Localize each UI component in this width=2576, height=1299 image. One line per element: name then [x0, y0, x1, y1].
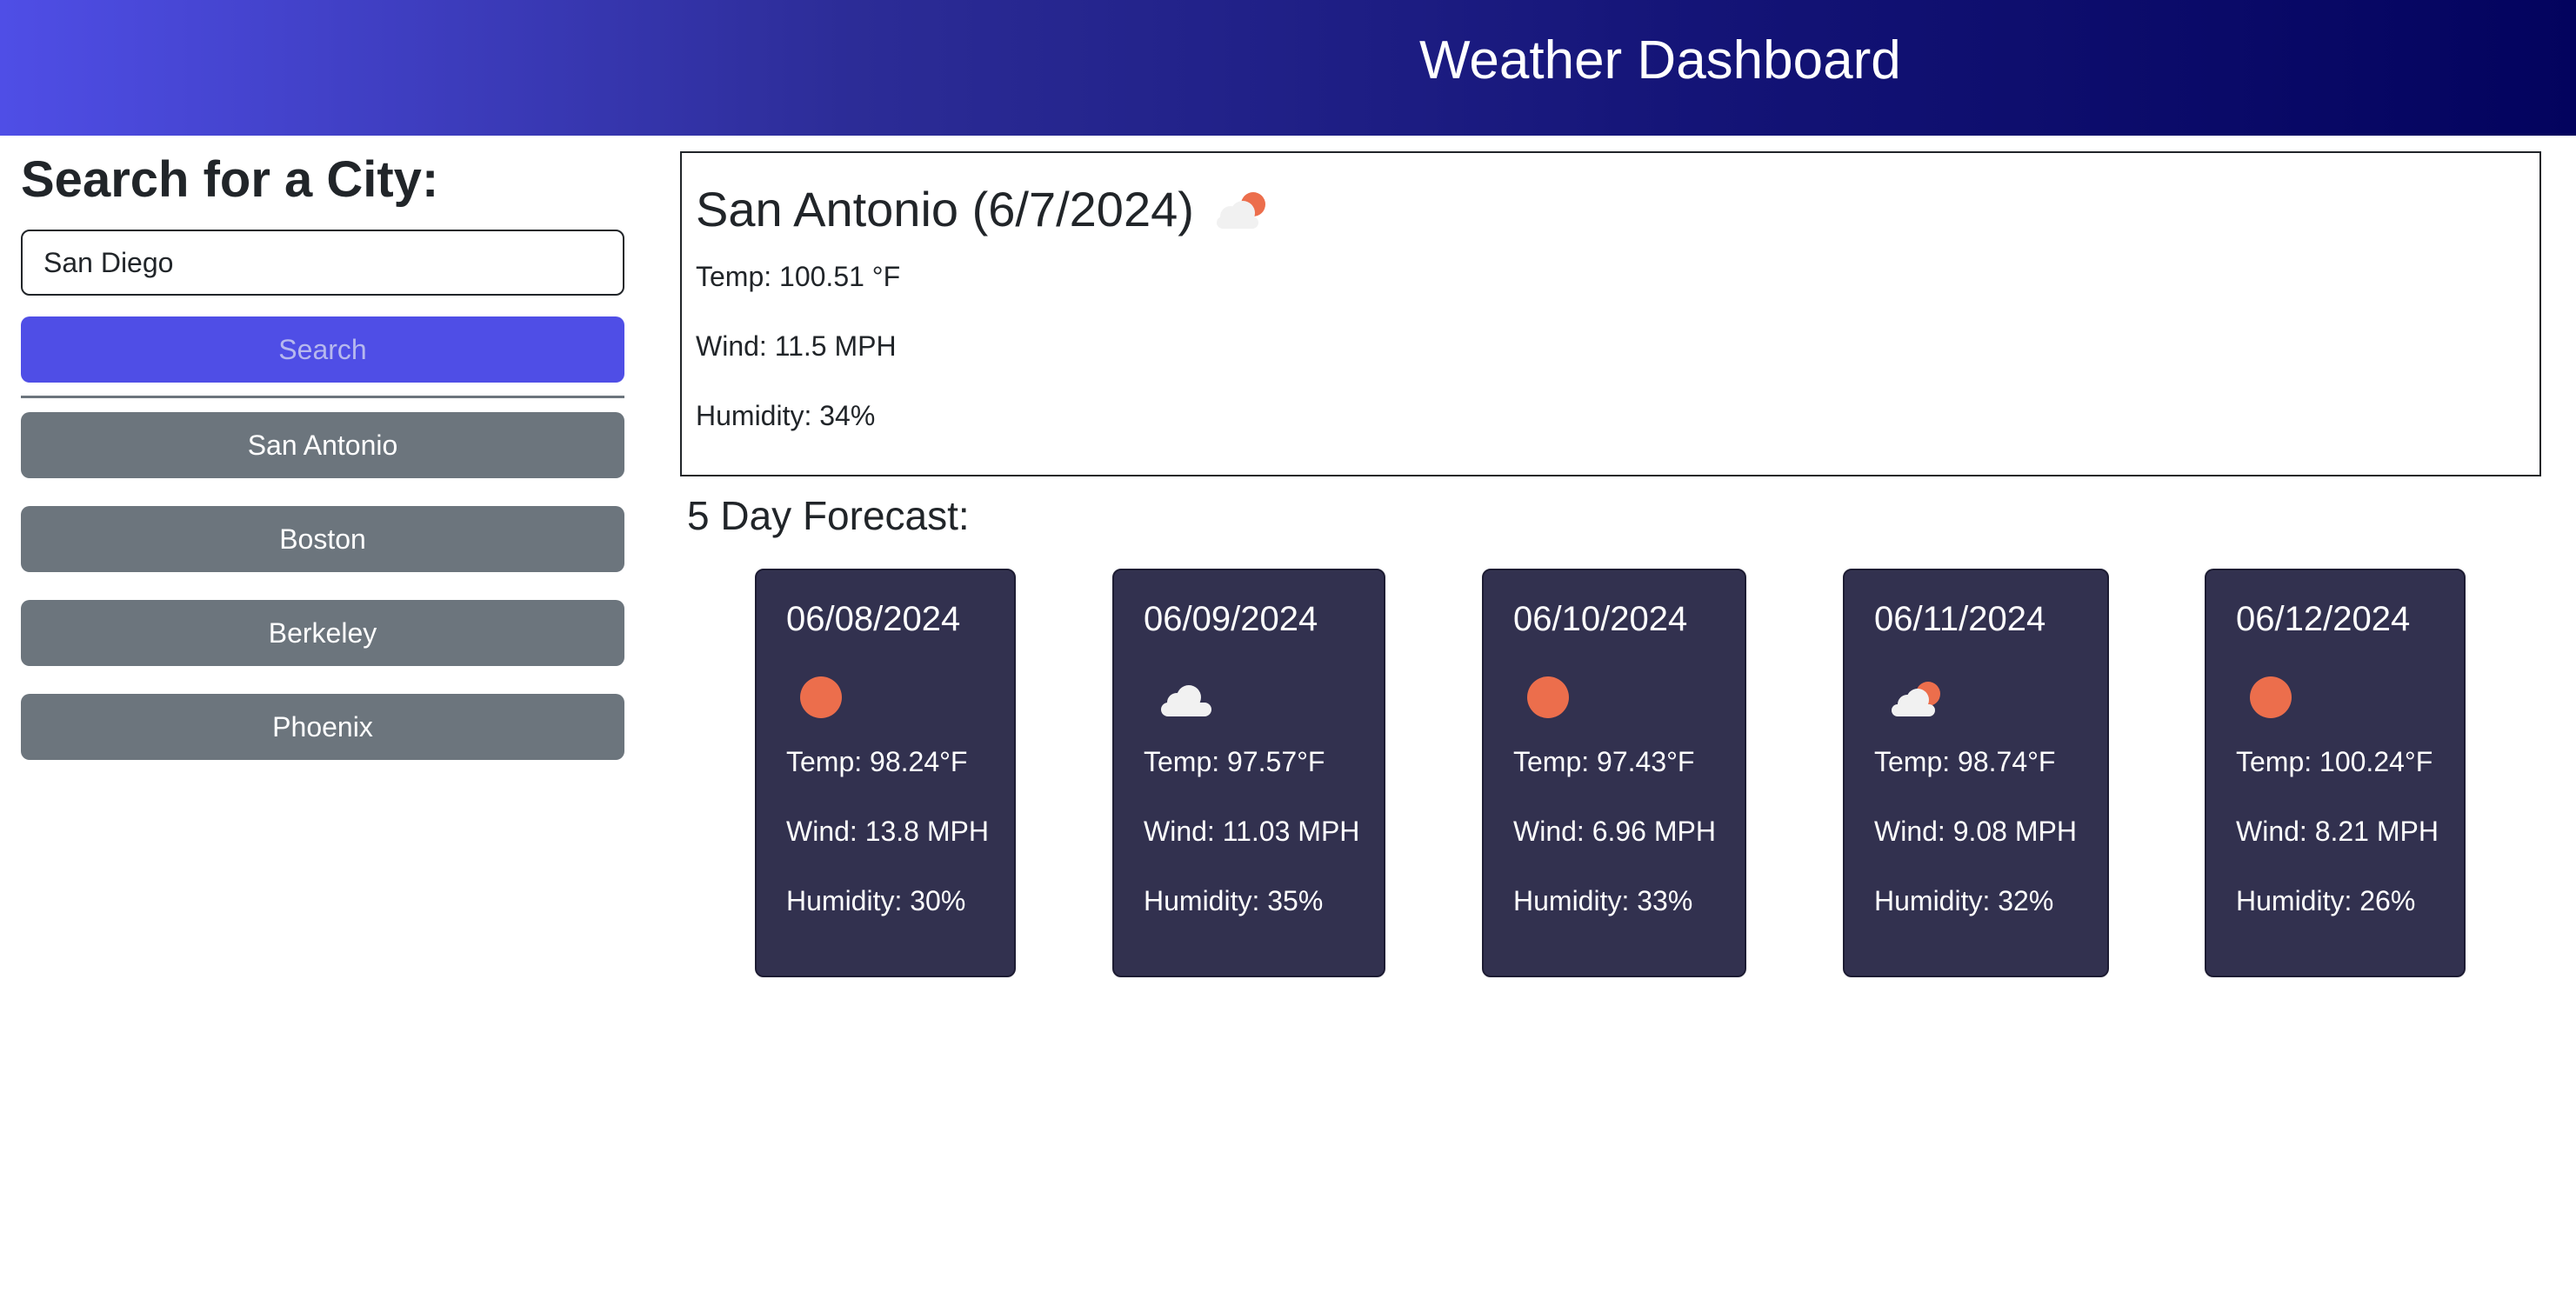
history-button-berkeley[interactable]: Berkeley — [21, 600, 624, 666]
sun-icon — [1527, 676, 1569, 718]
search-heading: Search for a City: — [21, 151, 439, 208]
forecast-humidity: Humidity: 33% — [1513, 885, 1693, 916]
history-button-boston[interactable]: Boston — [21, 506, 624, 572]
forecast-humidity: Humidity: 32% — [1874, 885, 2054, 916]
sun-icon — [2250, 676, 2292, 718]
forecast-wind: Wind: 8.21 MPH — [2236, 816, 2439, 847]
forecast-card: 06/10/2024 Temp: 97.43°F Wind: 6.96 MPH … — [1482, 569, 1746, 977]
forecast-wind: Wind: 6.96 MPH — [1513, 816, 1716, 847]
forecast-temp: Temp: 98.24°F — [786, 746, 968, 777]
forecast-temp: Temp: 100.24°F — [2236, 746, 2433, 777]
forecast-wind: Wind: 9.08 MPH — [1874, 816, 2077, 847]
sidebar-divider — [21, 396, 624, 398]
current-weather-panel: San Antonio (6/7/2024) Temp: 100.51 °F W… — [680, 151, 2541, 476]
forecast-card: 06/12/2024 Temp: 100.24°F Wind: 8.21 MPH… — [2205, 569, 2466, 977]
forecast-date: 06/12/2024 — [2236, 600, 2411, 638]
search-history-list: San Antonio Boston Berkeley Phoenix — [21, 412, 624, 788]
forecast-temp: Temp: 97.43°F — [1513, 746, 1695, 777]
sidebar: Search for a City: Search San Antonio Bo… — [21, 150, 624, 760]
page-title: Weather Dashboard — [1419, 30, 1901, 90]
history-button-san-antonio[interactable]: San Antonio — [21, 412, 624, 478]
city-search-input[interactable] — [21, 230, 624, 296]
forecast-date: 06/08/2024 — [786, 600, 961, 638]
forecast-humidity: Humidity: 35% — [1144, 885, 1324, 916]
forecast-card: 06/08/2024 Temp: 98.24°F Wind: 13.8 MPH … — [755, 569, 1016, 977]
partly-cloudy-icon — [1892, 682, 1940, 716]
search-button[interactable]: Search — [21, 316, 624, 383]
current-city-date: San Antonio (6/7/2024) — [696, 182, 1194, 236]
history-button-phoenix[interactable]: Phoenix — [21, 694, 624, 760]
current-wind: Wind: 11.5 MPH — [696, 330, 897, 362]
current-temp: Temp: 100.51 °F — [696, 261, 901, 292]
forecast-card: 06/09/2024 Temp: 97.57°F Wind: 11.03 MPH… — [1112, 569, 1385, 977]
forecast-humidity: Humidity: 30% — [786, 885, 966, 916]
current-weather-title: San Antonio (6/7/2024) — [696, 181, 1272, 237]
current-humidity: Humidity: 34% — [696, 400, 876, 431]
forecast-date: 06/09/2024 — [1144, 600, 1318, 638]
forecast-wind: Wind: 13.8 MPH — [786, 816, 989, 847]
partly-cloudy-icon — [1216, 191, 1265, 229]
forecast-date: 06/10/2024 — [1513, 600, 1688, 638]
forecast-card: 06/11/2024 Temp: 98.74°F Wind: 9.08 MPH … — [1843, 569, 2109, 977]
forecast-temp: Temp: 97.57°F — [1144, 746, 1325, 777]
forecast-date: 06/11/2024 — [1874, 600, 2046, 638]
forecast-wind: Wind: 11.03 MPH — [1144, 816, 1360, 847]
forecast-heading: 5 Day Forecast: — [687, 493, 970, 538]
forecast-temp: Temp: 98.74°F — [1874, 746, 2056, 777]
cloud-icon — [1161, 685, 1211, 716]
forecast-humidity: Humidity: 26% — [2236, 885, 2416, 916]
header-bar: Weather Dashboard — [0, 0, 2576, 136]
sun-icon — [800, 676, 842, 718]
